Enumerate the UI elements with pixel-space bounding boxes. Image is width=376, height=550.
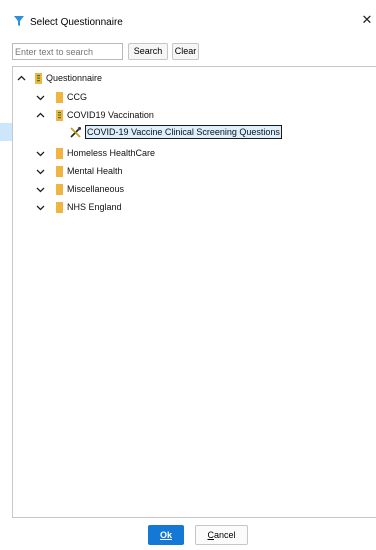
tree-node-label: Questionnaire	[46, 73, 103, 83]
search-button[interactable]: Search	[128, 43, 168, 60]
folder-icon	[56, 201, 63, 213]
tree-node-label: Miscellaneous	[67, 184, 125, 194]
tree-node-homeless-healthcare[interactable]: Homeless HealthCare	[36, 145, 155, 161]
tree-node-label: Mental Health	[67, 166, 123, 176]
chevron-down-icon[interactable]	[36, 203, 45, 212]
tree-node-miscellaneous[interactable]: Miscellaneous	[36, 181, 124, 197]
cancel-button-label: ancel	[213, 530, 236, 540]
cancel-button[interactable]: Cancel	[195, 525, 248, 545]
close-button[interactable]: ✕	[360, 13, 374, 29]
dialog-title: Select Questionnaire	[30, 17, 123, 28]
tree-node-covid19-vaccination[interactable]: COVID19 Vaccination	[36, 107, 154, 123]
questionnaire-book-icon	[35, 72, 42, 84]
funnel-icon	[13, 15, 25, 27]
chevron-down-icon[interactable]	[36, 185, 45, 194]
tree-node-questionnaire[interactable]: Questionnaire	[17, 70, 102, 86]
ok-button[interactable]: Ok	[148, 525, 184, 545]
chevron-down-icon[interactable]	[36, 167, 45, 176]
ok-button-label: Ok	[159, 530, 172, 540]
tree-node-label: COVID19 Vaccination	[67, 110, 154, 120]
folder-icon	[56, 91, 63, 103]
chevron-down-icon[interactable]	[36, 93, 45, 102]
questionnaire-book-icon	[56, 109, 63, 121]
chevron-up-icon[interactable]	[36, 111, 45, 120]
dialog-footer	[12, 518, 376, 550]
tools-icon	[69, 126, 82, 139]
folder-icon	[56, 147, 63, 159]
folder-icon	[56, 183, 63, 195]
tree-node-label: COVID-19 Vaccine Clinical Screening Ques…	[85, 125, 282, 139]
select-questionnaire-dialog: Select Questionnaire ✕ Search Clear Ques…	[0, 0, 376, 550]
tree-node-mental-health[interactable]: Mental Health	[36, 163, 123, 179]
tree-node-covid19-vaccine-clinical-screening[interactable]: COVID-19 Vaccine Clinical Screening Ques…	[69, 124, 282, 140]
tree-node-label: CCG	[67, 92, 87, 102]
tree-node-nhs-england[interactable]: NHS England	[36, 199, 122, 215]
clear-button[interactable]: Clear	[172, 43, 199, 60]
tree-node-label: Homeless HealthCare	[67, 148, 156, 158]
chevron-up-icon[interactable]	[17, 74, 26, 83]
search-input[interactable]	[12, 43, 123, 60]
folder-icon	[56, 165, 63, 177]
tree-node-label: NHS England	[67, 202, 122, 212]
chevron-down-icon[interactable]	[36, 149, 45, 158]
tree-node-ccg[interactable]: CCG	[36, 89, 87, 105]
title-bar: Select Questionnaire ✕	[0, 0, 376, 38]
